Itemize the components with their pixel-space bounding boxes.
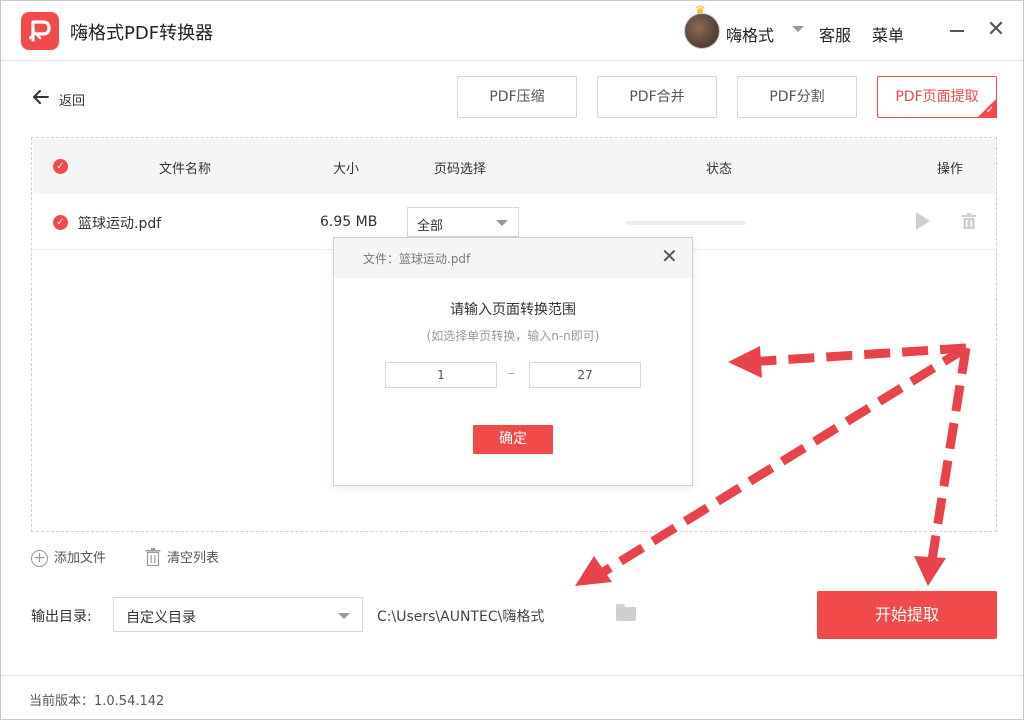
start-extract-button[interactable]: 开始提取 — [817, 591, 997, 639]
footer: 当前版本：1.0.54.142 — [1, 675, 1023, 719]
file-size: 6.95 MB — [320, 214, 378, 230]
app-window: 嗨格式PDF转换器 ♛ 嗨格式 客服 菜单 ✕ 返回 PDF压缩 PDF合并 P… — [0, 0, 1024, 720]
row-check-icon[interactable]: ✓ — [53, 215, 68, 230]
output-dir-value: 自定义目录 — [126, 610, 196, 626]
page-range-dialog: 文件：篮球运动.pdf ✕ 请输入页面转换范围 (如选择单页转换，输入n-n即可… — [333, 237, 693, 486]
username[interactable]: 嗨格式 — [726, 22, 774, 46]
app-logo-icon — [21, 12, 59, 50]
clear-list-label: 清空列表 — [167, 551, 220, 566]
trash-icon — [145, 547, 161, 570]
tool-pdf-merge[interactable]: PDF合并 — [597, 76, 717, 118]
close-icon[interactable]: ✕ — [986, 19, 1006, 41]
chevron-down-icon — [496, 220, 508, 226]
header-file-name: 文件名称 — [159, 162, 212, 177]
header-actions: 操作 — [937, 162, 964, 177]
add-icon: + — [31, 550, 48, 567]
back-arrow-icon[interactable] — [31, 87, 51, 110]
output-dir-select[interactable]: 自定义目录 — [113, 597, 363, 632]
output-path: C:\Users\AUNTEC\嗨格式 — [377, 609, 545, 625]
header-status: 状态 — [706, 162, 733, 177]
tool-pdf-extract[interactable]: PDF页面提取 ✓ — [877, 76, 997, 118]
header-page-select: 页码选择 — [434, 162, 487, 177]
add-file-button[interactable]: + 添加文件 — [31, 547, 106, 567]
select-all-check-icon[interactable]: ✓ — [53, 159, 68, 174]
dialog-header: 文件：篮球运动.pdf ✕ — [334, 238, 692, 278]
folder-icon[interactable] — [616, 604, 636, 621]
progress-bar — [626, 221, 746, 225]
clear-list-button[interactable]: 清空列表 — [145, 547, 219, 570]
output-dir-label: 输出目录: — [31, 609, 92, 625]
range-dash: – — [508, 366, 515, 381]
trash-icon[interactable] — [962, 213, 976, 229]
tool-pdf-extract-label: PDF页面提取 — [895, 89, 979, 105]
page-select-dropdown[interactable]: 全部 — [407, 207, 519, 237]
avatar[interactable] — [684, 13, 720, 49]
page-select-value: 全部 — [417, 219, 444, 234]
menu-link[interactable]: 菜单 — [872, 22, 904, 46]
service-link[interactable]: 客服 — [819, 22, 851, 46]
file-name: 篮球运动.pdf — [78, 216, 162, 232]
chevron-down-icon[interactable] — [792, 26, 804, 32]
tool-pdf-compress[interactable]: PDF压缩 — [457, 76, 577, 118]
close-icon[interactable]: ✕ — [661, 246, 678, 266]
tool-pdf-split[interactable]: PDF分割 — [737, 76, 857, 118]
dialog-title: 请输入页面转换范围 — [450, 302, 576, 318]
play-icon[interactable] — [916, 212, 930, 230]
table-header: ✓ 文件名称 大小 页码选择 状态 操作 — [33, 139, 995, 194]
check-icon: ✓ — [985, 105, 994, 116]
app-title: 嗨格式PDF转换器 — [70, 23, 214, 44]
version-label: 当前版本：1.0.54.142 — [29, 694, 165, 709]
dialog-hint: (如选择单页转换，输入n-n即可) — [426, 329, 600, 343]
header-size: 大小 — [333, 162, 360, 177]
confirm-button[interactable]: 确定 — [473, 425, 553, 454]
add-file-label: 添加文件 — [54, 551, 107, 566]
range-from-input[interactable]: 1 — [385, 362, 497, 388]
title-bar: 嗨格式PDF转换器 ♛ 嗨格式 客服 菜单 ✕ — [1, 1, 1023, 61]
chevron-down-icon — [338, 613, 350, 619]
back-button[interactable]: 返回 — [59, 90, 85, 109]
range-to-input[interactable]: 27 — [529, 362, 641, 388]
dialog-file-label: 文件：篮球运动.pdf — [363, 252, 471, 266]
minimize-icon[interactable] — [950, 30, 964, 32]
